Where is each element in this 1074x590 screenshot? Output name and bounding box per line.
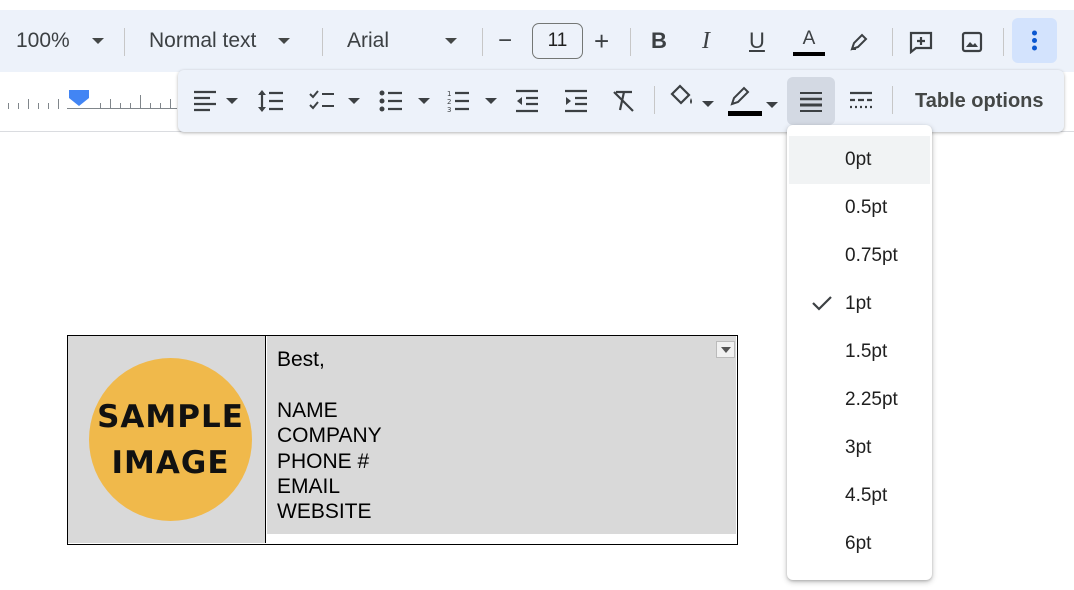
style-select[interactable]: Normal text [149,10,291,72]
cell-menu-button[interactable] [716,341,735,358]
chevron-down-icon [720,346,731,353]
left-indent-marker[interactable] [69,90,89,98]
underline-button[interactable]: U [749,10,765,72]
menu-item-3pt[interactable]: 3pt [789,424,930,472]
bulleted-list-button[interactable] [378,88,432,114]
divider [892,86,893,114]
border-width-menu: 0pt 0.5pt 0.75pt 1pt 1.5pt 2.25pt 3pt 4.… [787,125,932,580]
text-color-button[interactable]: A [792,24,826,60]
increase-indent-icon[interactable] [562,88,590,114]
check-icon [812,296,832,311]
style-value: Normal text [149,29,257,52]
border-color-button[interactable] [726,84,780,118]
font-size-input[interactable]: 11 [532,23,583,59]
font-select[interactable]: Arial [347,10,458,72]
highlight-icon[interactable] [846,30,872,54]
menu-item-0-75pt[interactable]: 0.75pt [789,232,930,280]
border-dash-icon[interactable] [846,88,876,114]
font-value: Arial [347,29,390,52]
menu-item-1pt[interactable]: 1pt [789,280,930,328]
table-options-button[interactable]: Table options [915,70,1044,132]
checklist-button[interactable] [308,88,362,114]
more-vert-icon [1032,30,1037,51]
insert-image-icon[interactable] [957,28,987,56]
divider [654,86,655,114]
chevron-down-icon [278,38,291,44]
menu-item-2-25pt[interactable]: 2.25pt [789,376,930,424]
divider [1003,28,1004,56]
signature-email: EMAIL [277,475,341,498]
menu-item-4-5pt[interactable]: 4.5pt [789,472,930,520]
divider [892,28,893,56]
svg-text:3: 3 [447,106,451,114]
zoom-select[interactable]: 100% [16,10,104,72]
svg-text:1: 1 [447,90,451,98]
menu-item-0pt[interactable]: 0pt [789,136,930,184]
numbered-list-button[interactable]: 123 [446,88,500,114]
fill-color-button[interactable] [668,84,718,114]
line-spacing-icon[interactable] [256,88,286,114]
zoom-value: 100% [16,29,70,52]
decrease-indent-icon[interactable] [513,88,541,114]
italic-button[interactable]: I [702,10,710,72]
image-cell[interactable]: SAMPLE IMAGE [68,336,266,543]
signature-cell[interactable]: Best, NAME COMPANY PHONE # EMAIL WEBSITE [267,336,736,534]
menu-item-6pt[interactable]: 6pt [789,520,930,568]
first-line-indent-marker[interactable] [69,98,89,106]
signature-table[interactable]: SAMPLE IMAGE Best, NAME COMPANY PHONE # … [67,335,738,545]
signature-name: NAME [277,399,338,422]
menu-item-1-5pt[interactable]: 1.5pt [789,328,930,376]
color-swatch [793,52,825,56]
decrease-font-size-button[interactable]: − [498,10,512,72]
increase-font-size-button[interactable]: + [594,10,609,72]
main-toolbar: 100% Normal text Arial − 11 + B I U A [0,10,1074,72]
overflow-toolbar: 123 Table options [178,70,1064,132]
align-button[interactable] [190,88,240,114]
border-width-icon [800,92,822,112]
divider [630,28,631,56]
border-width-button[interactable] [787,77,835,125]
add-comment-icon[interactable] [906,28,936,56]
menu-item-0-5pt[interactable]: 0.5pt [789,184,930,232]
signature-phone: PHONE # [277,450,370,473]
svg-text:2: 2 [447,98,451,106]
bold-button[interactable]: B [651,10,667,72]
clear-formatting-icon[interactable] [610,88,638,114]
chevron-down-icon [91,38,104,44]
chevron-down-icon [445,38,458,44]
more-options-button[interactable] [1012,18,1057,63]
signature-closing: Best, [277,348,325,371]
divider [124,28,125,56]
signature-company: COMPANY [277,424,382,447]
signature-website: WEBSITE [277,500,372,523]
divider [322,28,323,56]
divider [482,28,483,56]
sample-image[interactable]: SAMPLE IMAGE [89,358,252,521]
